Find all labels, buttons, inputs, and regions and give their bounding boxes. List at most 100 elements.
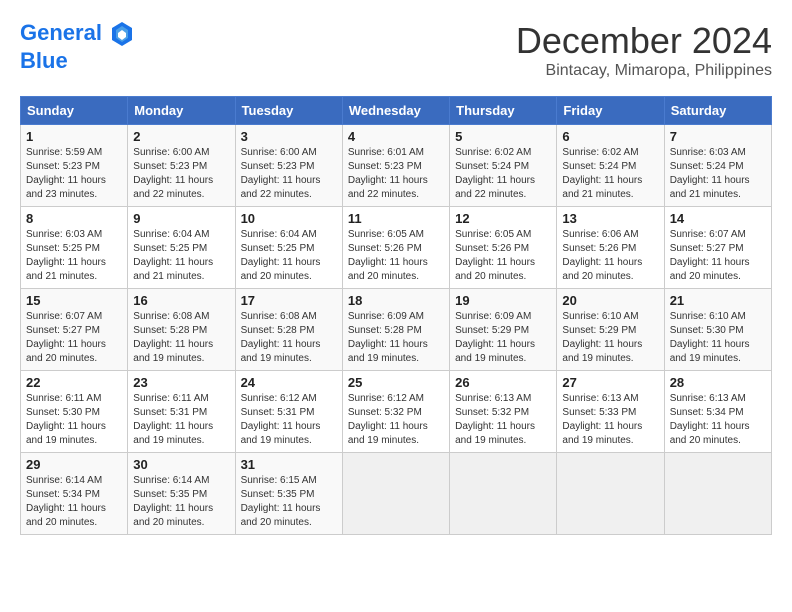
day-number: 1 [26,129,122,144]
day-number: 6 [562,129,658,144]
day-info: Sunrise: 6:00 AM Sunset: 5:23 PM Dayligh… [133,146,229,202]
day-number: 7 [670,129,766,144]
day-info: Sunrise: 6:07 AM Sunset: 5:27 PM Dayligh… [670,228,766,284]
calendar-cell: 9 Sunrise: 6:04 AM Sunset: 5:25 PM Daylig… [128,207,235,289]
month-title: December 2024 [516,20,772,62]
day-info: Sunrise: 6:02 AM Sunset: 5:24 PM Dayligh… [455,146,551,202]
calendar-cell: 21 Sunrise: 6:10 AM Sunset: 5:30 PM Dayli… [664,289,771,371]
day-info: Sunrise: 6:12 AM Sunset: 5:32 PM Dayligh… [348,392,444,448]
calendar-cell: 23 Sunrise: 6:11 AM Sunset: 5:31 PM Dayli… [128,371,235,453]
day-info: Sunrise: 6:05 AM Sunset: 5:26 PM Dayligh… [348,228,444,284]
page-header: General Blue December 2024 Bintacay, Mim… [20,20,772,80]
calendar-week-row: 29 Sunrise: 6:14 AM Sunset: 5:34 PM Dayli… [21,453,772,535]
location-subtitle: Bintacay, Mimaropa, Philippines [516,62,772,80]
day-number: 24 [241,375,337,390]
day-info: Sunrise: 6:04 AM Sunset: 5:25 PM Dayligh… [241,228,337,284]
day-number: 17 [241,293,337,308]
calendar-cell: 20 Sunrise: 6:10 AM Sunset: 5:29 PM Dayli… [557,289,664,371]
day-info: Sunrise: 6:10 AM Sunset: 5:29 PM Dayligh… [562,310,658,366]
day-info: Sunrise: 6:07 AM Sunset: 5:27 PM Dayligh… [26,310,122,366]
day-info: Sunrise: 6:08 AM Sunset: 5:28 PM Dayligh… [133,310,229,366]
day-number: 13 [562,211,658,226]
day-number: 22 [26,375,122,390]
day-info: Sunrise: 6:13 AM Sunset: 5:34 PM Dayligh… [670,392,766,448]
day-info: Sunrise: 6:05 AM Sunset: 5:26 PM Dayligh… [455,228,551,284]
day-info: Sunrise: 6:09 AM Sunset: 5:29 PM Dayligh… [455,310,551,366]
calendar-cell: 22Sunrise: 6:11 AM Sunset: 5:30 PM Dayli… [21,371,128,453]
day-info: Sunrise: 5:59 AM Sunset: 5:23 PM Dayligh… [26,146,122,202]
day-number: 5 [455,129,551,144]
calendar-cell: 27 Sunrise: 6:13 AM Sunset: 5:33 PM Dayli… [557,371,664,453]
day-info: Sunrise: 6:14 AM Sunset: 5:35 PM Dayligh… [133,474,229,530]
calendar-cell: 4 Sunrise: 6:01 AM Sunset: 5:23 PM Daylig… [342,125,449,207]
day-number: 11 [348,211,444,226]
day-info: Sunrise: 6:12 AM Sunset: 5:31 PM Dayligh… [241,392,337,448]
day-number: 18 [348,293,444,308]
calendar-cell: 28Sunrise: 6:13 AM Sunset: 5:34 PM Dayli… [664,371,771,453]
day-info: Sunrise: 6:03 AM Sunset: 5:24 PM Dayligh… [670,146,766,202]
logo-text: General [20,20,136,48]
day-info: Sunrise: 6:01 AM Sunset: 5:23 PM Dayligh… [348,146,444,202]
day-info: Sunrise: 6:10 AM Sunset: 5:30 PM Dayligh… [670,310,766,366]
day-number: 23 [133,375,229,390]
calendar-cell: 24 Sunrise: 6:12 AM Sunset: 5:31 PM Dayli… [235,371,342,453]
day-number: 12 [455,211,551,226]
calendar-cell: 8 Sunrise: 6:03 AM Sunset: 5:25 PM Daylig… [21,207,128,289]
col-header-friday: Friday [557,97,664,125]
calendar-cell [450,453,557,535]
day-number: 8 [26,211,122,226]
day-info: Sunrise: 6:13 AM Sunset: 5:33 PM Dayligh… [562,392,658,448]
calendar-cell: 15Sunrise: 6:07 AM Sunset: 5:27 PM Dayli… [21,289,128,371]
day-number: 19 [455,293,551,308]
col-header-thursday: Thursday [450,97,557,125]
calendar-cell: 25 Sunrise: 6:12 AM Sunset: 5:32 PM Dayli… [342,371,449,453]
day-number: 9 [133,211,229,226]
calendar-cell: 29 Sunrise: 6:14 AM Sunset: 5:34 PM Dayli… [21,453,128,535]
day-number: 4 [348,129,444,144]
day-info: Sunrise: 6:03 AM Sunset: 5:25 PM Dayligh… [26,228,122,284]
col-header-monday: Monday [128,97,235,125]
day-number: 31 [241,457,337,472]
day-number: 3 [241,129,337,144]
title-block: December 2024 Bintacay, Mimaropa, Philip… [516,20,772,80]
logo-blue: Blue [20,48,136,74]
calendar-cell: 1 Sunrise: 5:59 AM Sunset: 5:23 PM Daylig… [21,125,128,207]
calendar-cell: 31 Sunrise: 6:15 AM Sunset: 5:35 PM Dayli… [235,453,342,535]
calendar-cell [664,453,771,535]
calendar-cell: 7 Sunrise: 6:03 AM Sunset: 5:24 PM Daylig… [664,125,771,207]
calendar-header-row: SundayMondayTuesdayWednesdayThursdayFrid… [21,97,772,125]
logo: General Blue [20,20,136,74]
calendar-cell: 11 Sunrise: 6:05 AM Sunset: 5:26 PM Dayli… [342,207,449,289]
day-info: Sunrise: 6:06 AM Sunset: 5:26 PM Dayligh… [562,228,658,284]
calendar-week-row: 1 Sunrise: 5:59 AM Sunset: 5:23 PM Daylig… [21,125,772,207]
col-header-wednesday: Wednesday [342,97,449,125]
calendar-cell [557,453,664,535]
calendar-cell: 3 Sunrise: 6:00 AM Sunset: 5:23 PM Daylig… [235,125,342,207]
day-info: Sunrise: 6:02 AM Sunset: 5:24 PM Dayligh… [562,146,658,202]
day-info: Sunrise: 6:15 AM Sunset: 5:35 PM Dayligh… [241,474,337,530]
day-info: Sunrise: 6:00 AM Sunset: 5:23 PM Dayligh… [241,146,337,202]
calendar-cell: 19 Sunrise: 6:09 AM Sunset: 5:29 PM Dayli… [450,289,557,371]
day-number: 14 [670,211,766,226]
day-number: 20 [562,293,658,308]
col-header-sunday: Sunday [21,97,128,125]
calendar-cell [342,453,449,535]
day-number: 21 [670,293,766,308]
calendar-week-row: 8 Sunrise: 6:03 AM Sunset: 5:25 PM Daylig… [21,207,772,289]
day-number: 25 [348,375,444,390]
calendar-cell: 6 Sunrise: 6:02 AM Sunset: 5:24 PM Daylig… [557,125,664,207]
day-info: Sunrise: 6:11 AM Sunset: 5:31 PM Dayligh… [133,392,229,448]
day-info: Sunrise: 6:14 AM Sunset: 5:34 PM Dayligh… [26,474,122,530]
day-number: 29 [26,457,122,472]
day-number: 16 [133,293,229,308]
calendar-cell: 18 Sunrise: 6:09 AM Sunset: 5:28 PM Dayli… [342,289,449,371]
day-number: 27 [562,375,658,390]
day-info: Sunrise: 6:13 AM Sunset: 5:32 PM Dayligh… [455,392,551,448]
calendar-cell: 12 Sunrise: 6:05 AM Sunset: 5:26 PM Dayli… [450,207,557,289]
calendar-cell: 14 Sunrise: 6:07 AM Sunset: 5:27 PM Dayli… [664,207,771,289]
calendar-table: SundayMondayTuesdayWednesdayThursdayFrid… [20,96,772,535]
day-info: Sunrise: 6:04 AM Sunset: 5:25 PM Dayligh… [133,228,229,284]
day-info: Sunrise: 6:08 AM Sunset: 5:28 PM Dayligh… [241,310,337,366]
day-info: Sunrise: 6:09 AM Sunset: 5:28 PM Dayligh… [348,310,444,366]
calendar-cell: 10Sunrise: 6:04 AM Sunset: 5:25 PM Dayli… [235,207,342,289]
